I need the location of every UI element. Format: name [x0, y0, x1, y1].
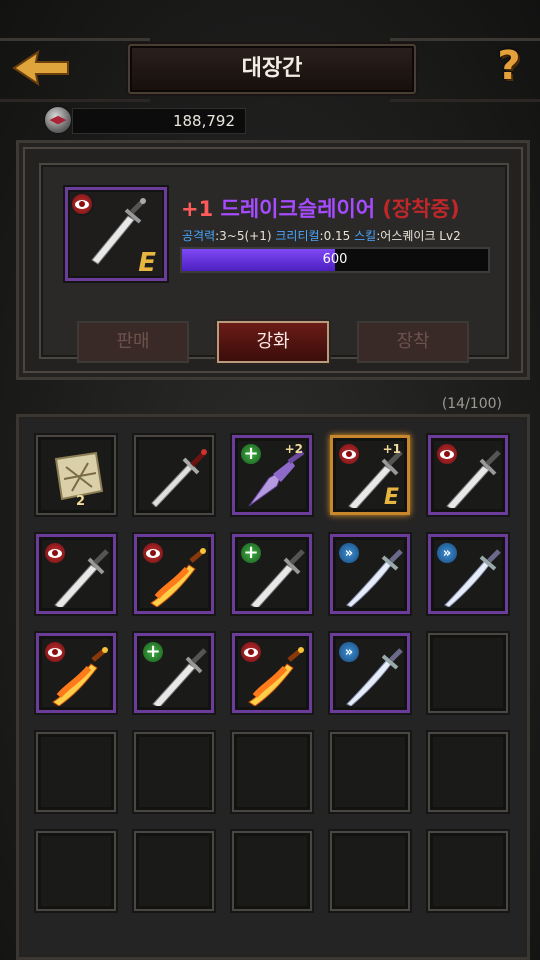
- attack-eye-icon: [435, 442, 459, 466]
- inventory-slot[interactable]: [134, 435, 214, 515]
- inventory-slot[interactable]: + +2: [232, 435, 312, 515]
- currency-bar: 188,792: [72, 108, 246, 134]
- speed-icon: »: [337, 541, 361, 565]
- inventory-slot[interactable]: »: [330, 633, 410, 713]
- attack-label: 공격력: [182, 229, 216, 243]
- speed-icon: »: [435, 541, 459, 565]
- coin-icon: ◀▶: [44, 106, 72, 134]
- plus-icon: +: [239, 541, 263, 565]
- inventory-count: (14/100): [441, 396, 502, 412]
- inventory-slot[interactable]: [36, 534, 116, 614]
- inventory-slot[interactable]: [134, 831, 214, 911]
- inventory-slot[interactable]: [428, 633, 508, 713]
- inventory-slot[interactable]: [232, 633, 312, 713]
- inventory-slot[interactable]: [330, 732, 410, 812]
- inventory-slot[interactable]: [36, 732, 116, 812]
- enhance-button[interactable]: 강화: [217, 321, 329, 363]
- plus-icon: +: [239, 442, 263, 466]
- progress-value: 600: [322, 252, 348, 267]
- inventory-slot[interactable]: »: [330, 534, 410, 614]
- inventory-slot[interactable]: +1 E: [330, 435, 410, 515]
- header-bar: 대장간 ?: [0, 28, 540, 102]
- inventory-slot[interactable]: +: [232, 534, 312, 614]
- enhance-level: +1: [382, 442, 401, 456]
- enhance-progress-bar: 600: [180, 247, 490, 273]
- item-title: 드레이크슬레이어: [220, 197, 376, 221]
- inventory-slot[interactable]: [134, 534, 214, 614]
- equipped-mark: E: [383, 485, 399, 510]
- speed-icon: »: [337, 640, 361, 664]
- sell-button[interactable]: 판매: [77, 321, 189, 363]
- help-button[interactable]: ?: [492, 40, 526, 92]
- inventory-panel: 2 + +2 +1 E + » » + »: [16, 414, 530, 960]
- skill-value: :어스퀘이크 Lv2: [376, 229, 461, 243]
- inventory-slot[interactable]: [428, 435, 508, 515]
- attack-eye-icon: [239, 640, 263, 664]
- inventory-slot[interactable]: +: [134, 633, 214, 713]
- equipped-status: (장착중): [382, 197, 460, 221]
- inventory-slot[interactable]: 2: [36, 435, 116, 515]
- equipped-mark: E: [138, 248, 156, 278]
- attack-eye-icon: [43, 640, 67, 664]
- inventory-slot[interactable]: [36, 633, 116, 713]
- inventory-slot[interactable]: [232, 732, 312, 812]
- sword-icon: [151, 449, 207, 507]
- back-arrow-icon: [12, 49, 69, 87]
- attack-eye-icon: [141, 541, 165, 565]
- inventory-slot[interactable]: [428, 831, 508, 911]
- equip-button[interactable]: 장착: [357, 321, 469, 363]
- attack-eye-icon: [43, 541, 67, 565]
- item-name: +1 드레이크슬레이어 (장착중): [181, 193, 460, 223]
- currency-amount: 188,792: [172, 112, 235, 130]
- page-title: 대장간: [241, 56, 303, 81]
- inventory-slot[interactable]: [36, 831, 116, 911]
- inventory-slot[interactable]: [232, 831, 312, 911]
- currency-display: ◀▶ 188,792: [40, 104, 246, 134]
- back-button[interactable]: [10, 46, 72, 90]
- critical-label: 크리티컬: [275, 229, 320, 243]
- attack-eye-icon: [337, 442, 361, 466]
- item-stats: 공격력:3~5(+1) 크리티컬:0.15 스킬:어스퀘이크 Lv2: [182, 227, 461, 244]
- skill-label: 스킬: [354, 229, 377, 243]
- inventory-slot[interactable]: [428, 732, 508, 812]
- enhance-level: +2: [284, 442, 303, 456]
- enhance-level: +1: [181, 197, 214, 221]
- inventory-slot[interactable]: [330, 831, 410, 911]
- inventory-slot[interactable]: »: [428, 534, 508, 614]
- attack-value: :3~5(+1): [215, 229, 272, 243]
- inventory-slot[interactable]: [134, 732, 214, 812]
- selected-item-slot[interactable]: E: [65, 187, 167, 281]
- plus-icon: +: [141, 640, 165, 664]
- item-quantity: 2: [76, 494, 86, 509]
- critical-value: :0.15: [319, 229, 351, 243]
- item-detail-panel: 판매 강화 장착 E +1 드레이크슬레이어 (장착중) 공격력:3~5(+1)…: [16, 140, 530, 380]
